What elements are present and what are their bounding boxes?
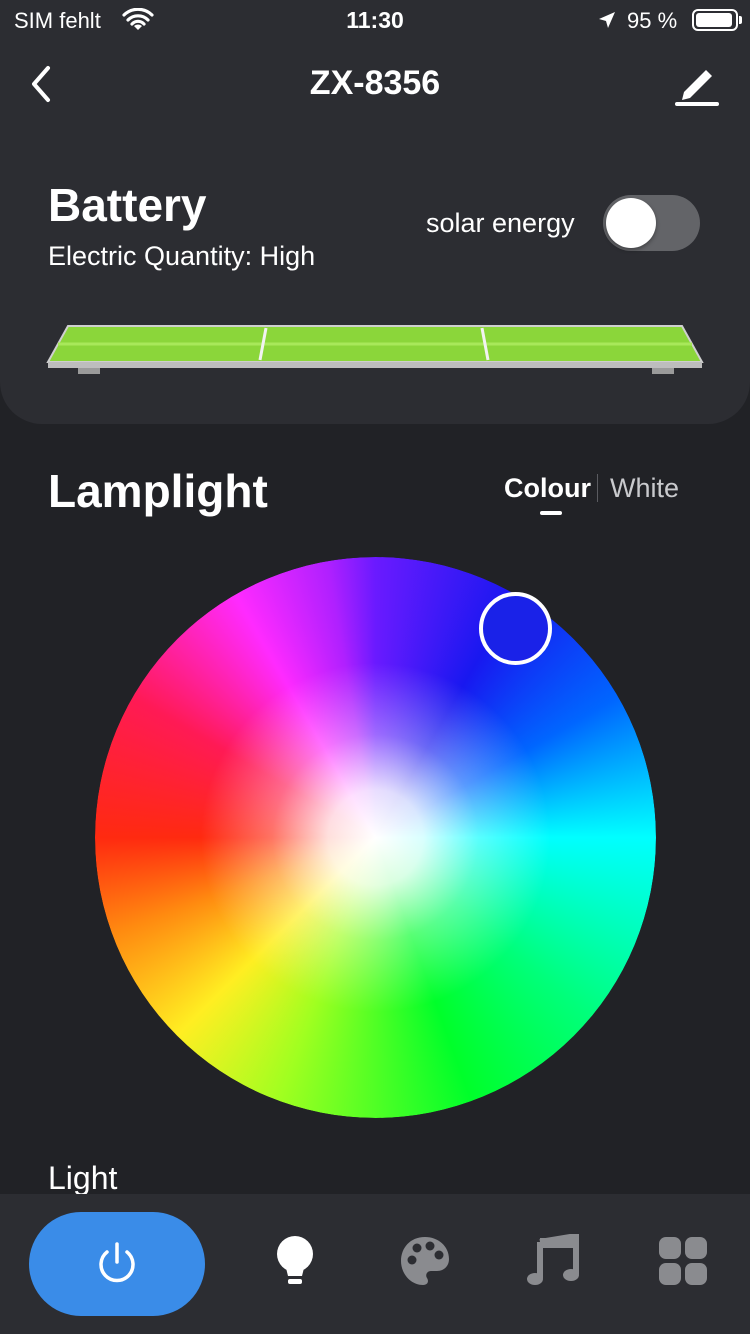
toggle-knob	[606, 198, 656, 248]
solar-energy-toggle[interactable]	[603, 195, 700, 251]
light-label: Light	[48, 1160, 118, 1196]
tab-white[interactable]: White	[610, 473, 679, 504]
lamplight-title: Lamplight	[48, 465, 268, 517]
battery-icon	[692, 9, 742, 31]
device-header-card: SIM fehlt 11:30 95 % ZX-8356 Battery Ele…	[0, 0, 750, 424]
electric-quantity-label: Electric Quantity: High	[48, 241, 316, 271]
power-icon	[99, 1242, 135, 1283]
battery-percent: 95 %	[627, 8, 678, 33]
bulb-icon[interactable]	[268, 1234, 322, 1288]
palette-icon[interactable]	[398, 1234, 452, 1288]
color-picker-handle[interactable]	[479, 592, 552, 665]
tab-divider	[597, 474, 598, 502]
tab-colour[interactable]: Colour	[504, 473, 591, 515]
bottom-tab-bar	[0, 1194, 750, 1334]
power-button[interactable]	[29, 1212, 205, 1316]
battery-title: Battery	[48, 179, 207, 231]
color-wheel[interactable]	[95, 557, 656, 1118]
status-bar: SIM fehlt 11:30 95 %	[0, 0, 750, 42]
color-wheel-center	[95, 557, 656, 1118]
solar-energy-label: solar energy	[426, 208, 575, 238]
device-title: ZX-8356	[309, 64, 441, 102]
solar-panel-image	[46, 325, 704, 374]
music-icon[interactable]	[526, 1234, 580, 1288]
location-icon	[599, 12, 615, 28]
color-mode-tabs: Colour White	[504, 468, 679, 515]
pencil-icon[interactable]	[672, 60, 722, 110]
grid-icon[interactable]	[656, 1234, 710, 1288]
